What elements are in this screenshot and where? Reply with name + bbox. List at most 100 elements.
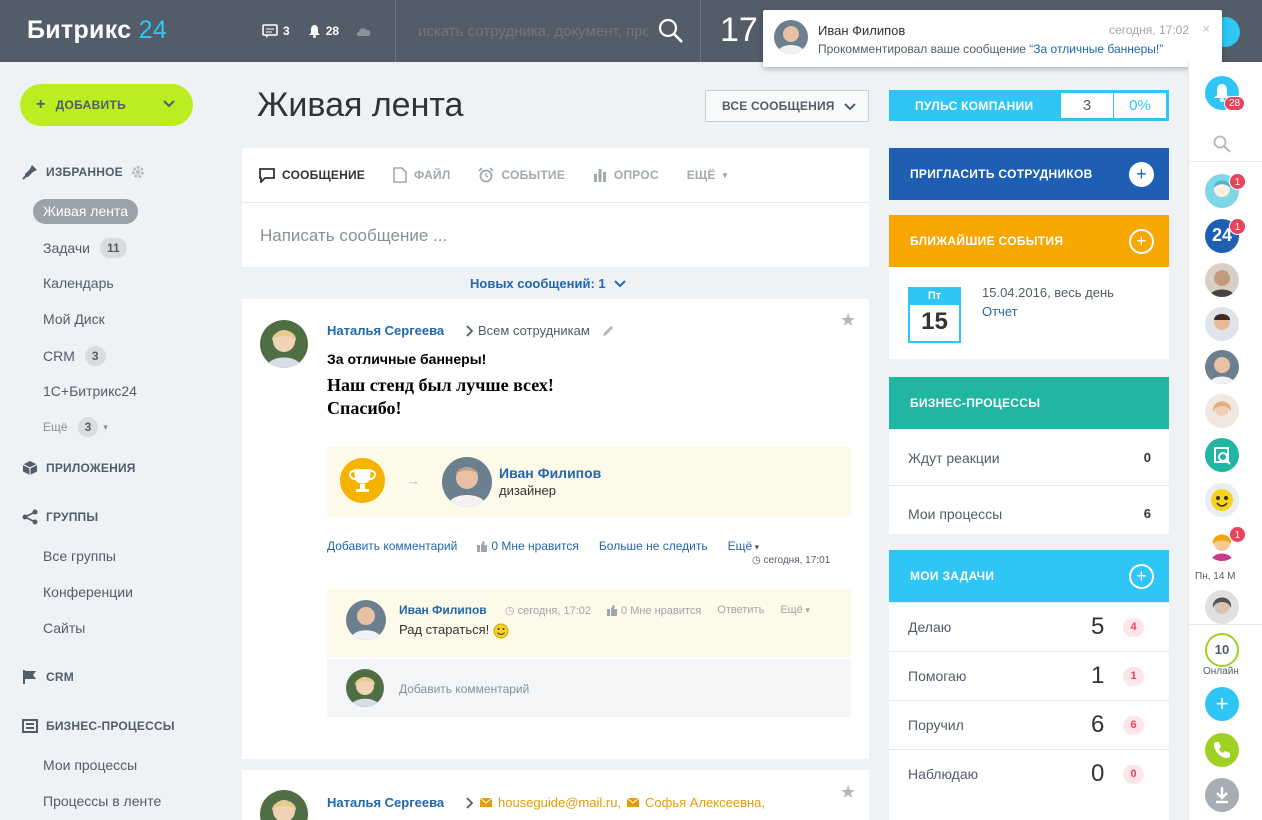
- tab-poll[interactable]: ОПРОС: [593, 168, 659, 182]
- tab-file[interactable]: ФАЙЛ: [393, 167, 450, 183]
- sidebar-item-disk[interactable]: Мой Диск: [43, 311, 105, 327]
- cloud-icon[interactable]: [355, 25, 373, 37]
- search-icon[interactable]: [658, 18, 684, 44]
- plus-icon[interactable]: +: [1129, 564, 1154, 589]
- contact-avatar[interactable]: [1205, 263, 1239, 297]
- task-row[interactable]: Поручил 6 6: [889, 700, 1169, 749]
- post-author[interactable]: Наталья Сергеева: [327, 323, 444, 338]
- task-row[interactable]: Помогаю 1 1: [889, 651, 1169, 700]
- sidebar-item-my-processes[interactable]: Мои процессы: [43, 757, 137, 773]
- chevron-right-icon: [466, 796, 474, 809]
- sidebar-item-conferences[interactable]: Конференции: [43, 584, 133, 600]
- task-badge: 4: [1123, 617, 1144, 637]
- section-apps[interactable]: ПРИЛОЖЕНИЯ: [22, 460, 136, 476]
- bp-header[interactable]: БИЗНЕС-ПРОЦЕССЫ: [889, 377, 1169, 429]
- sidebar-item-sites[interactable]: Сайты: [43, 620, 85, 636]
- contact-avatar[interactable]: [1205, 590, 1239, 624]
- contact-avatar[interactable]: [1205, 483, 1239, 517]
- avatar[interactable]: [260, 320, 308, 368]
- comment-like-link[interactable]: 0 Мне нравится: [607, 604, 701, 617]
- messages-count[interactable]: 3: [283, 24, 290, 38]
- contact-avatar[interactable]: [1205, 307, 1239, 341]
- comment-author[interactable]: Иван Филипов: [399, 603, 487, 617]
- destination-email[interactable]: houseguide@mail.ru,: [498, 795, 621, 810]
- contact-avatar[interactable]: [1205, 394, 1239, 428]
- share-icon: [22, 509, 38, 525]
- sidebar-item-feed-processes[interactable]: Процессы в ленте: [43, 793, 161, 809]
- section-groups[interactable]: ГРУППЫ: [22, 509, 98, 525]
- messages-icon[interactable]: [262, 24, 278, 38]
- task-row[interactable]: Наблюдаю 0 0: [889, 749, 1169, 798]
- bell-icon[interactable]: [308, 24, 321, 38]
- add-comment-placeholder[interactable]: Добавить комментарий: [399, 682, 529, 696]
- destination-contact[interactable]: Софья Алексеевна,: [645, 795, 765, 810]
- event-title[interactable]: Отчет: [982, 304, 1018, 319]
- add-chat-icon[interactable]: +: [1205, 687, 1239, 721]
- avatar[interactable]: [260, 790, 308, 820]
- online-counter[interactable]: 10: [1205, 633, 1239, 667]
- sidebar-item-more[interactable]: Ещё 3 ▾: [43, 417, 108, 437]
- section-bp[interactable]: БИЗНЕС-ПРОЦЕССЫ: [22, 718, 175, 734]
- post-time: ◷ сегодня, 17:01: [752, 555, 831, 566]
- composer-input[interactable]: Написать сообщение ...: [260, 226, 447, 246]
- sidebar-item-all-groups[interactable]: Все группы: [43, 548, 116, 564]
- star-icon[interactable]: ★: [840, 782, 856, 803]
- tab-event[interactable]: СОБЫТИЕ: [478, 167, 565, 183]
- search-icon[interactable]: [1213, 135, 1231, 153]
- pin-icon: [22, 164, 38, 180]
- phone-icon[interactable]: [1205, 733, 1239, 767]
- star-icon[interactable]: ★: [840, 310, 856, 331]
- bp-row[interactable]: Мои процессы 6: [889, 485, 1169, 541]
- pencil-icon[interactable]: [602, 325, 614, 337]
- logo[interactable]: Битрикс 24: [27, 16, 167, 45]
- add-comment-link[interactable]: Добавить комментарий: [327, 539, 457, 553]
- company-pulse[interactable]: ПУЛЬС КОМПАНИИ 3 0%: [889, 90, 1169, 121]
- sidebar-item-crm[interactable]: CRM 3: [43, 346, 106, 366]
- clock[interactable]: 17: [720, 11, 758, 50]
- sidebar-item-live-feed[interactable]: Живая лента: [33, 199, 139, 224]
- tab-more[interactable]: ЕЩЁ ▾: [687, 168, 728, 182]
- gear-icon[interactable]: [131, 165, 145, 179]
- avatar[interactable]: [346, 600, 386, 640]
- divider: [1189, 624, 1262, 625]
- new-messages-link[interactable]: Новых сообщений: 1: [470, 276, 626, 291]
- section-favorites[interactable]: ИЗБРАННОЕ: [22, 164, 145, 180]
- more-link[interactable]: Ещё ▾: [728, 539, 760, 553]
- download-icon[interactable]: [1205, 778, 1239, 812]
- tasks-header[interactable]: МОИ ЗАДАЧИ +: [889, 550, 1169, 602]
- gratitude-recipient[interactable]: Иван Филипов: [499, 465, 601, 481]
- plus-icon[interactable]: +: [1129, 229, 1154, 254]
- invite-widget[interactable]: ПРИГЛАСИТЬ СОТРУДНИКОВ +: [889, 148, 1169, 200]
- add-button[interactable]: + ДОБАВИТЬ: [20, 84, 193, 126]
- sidebar-item-tasks[interactable]: Задачи 11: [43, 238, 127, 258]
- notification-popup[interactable]: Иван Филипов сегодня, 17:02 × Прокоммент…: [763, 10, 1222, 67]
- avatar[interactable]: [442, 457, 492, 507]
- sidebar-item-1c[interactable]: 1С+Битрикс24: [43, 383, 137, 399]
- search-doc-icon[interactable]: [1205, 438, 1239, 472]
- notification-link[interactable]: “За отличные баннеры!”: [1029, 42, 1163, 56]
- sidebar-item-calendar[interactable]: Календарь: [43, 275, 114, 291]
- caret-down-icon: ▾: [103, 421, 108, 432]
- feed-filter-select[interactable]: ВСЕ СООБЩЕНИЯ: [705, 90, 869, 122]
- task-row[interactable]: Делаю 5 4: [889, 602, 1169, 651]
- events-header[interactable]: БЛИЖАЙШИЕ СОБЫТИЯ +: [889, 215, 1169, 267]
- task-badge: 1: [1123, 666, 1144, 686]
- unread-badge: 1: [1229, 173, 1246, 190]
- add-comment-box[interactable]: Добавить комментарий: [327, 659, 851, 717]
- close-icon[interactable]: ×: [1202, 21, 1210, 36]
- notification-author[interactable]: Иван Филипов: [818, 23, 905, 38]
- caret-down-icon: ▾: [802, 605, 810, 615]
- plus-icon[interactable]: +: [1129, 162, 1154, 187]
- comment-more-link[interactable]: Ещё ▾: [780, 604, 810, 617]
- notifications-count[interactable]: 28: [326, 24, 339, 38]
- unfollow-link[interactable]: Больше не следить: [599, 539, 708, 553]
- post-author[interactable]: Наталья Сергеева: [327, 795, 444, 810]
- cube-icon: [22, 460, 38, 476]
- comment-reply-link[interactable]: Ответить: [717, 604, 764, 617]
- like-link[interactable]: 0 Мне нравится: [477, 539, 579, 553]
- search-input[interactable]: [418, 19, 648, 43]
- tab-message[interactable]: СООБЩЕНИЕ: [259, 167, 365, 183]
- bp-row[interactable]: Ждут реакции 0: [889, 429, 1169, 485]
- contact-avatar[interactable]: [1205, 350, 1239, 384]
- section-crm[interactable]: CRM: [22, 669, 74, 685]
